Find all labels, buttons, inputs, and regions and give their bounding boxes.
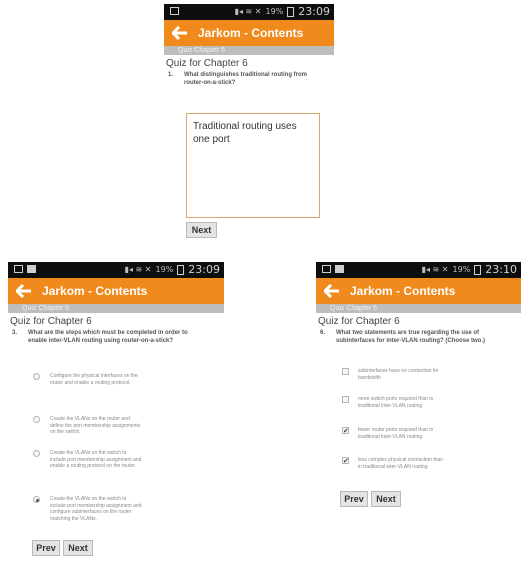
app-title: Jarkom - Contents: [350, 284, 456, 298]
battery-percent: 19%: [155, 265, 174, 274]
question-text: What distinguishes traditional routing f…: [184, 72, 307, 86]
radio-button[interactable]: [33, 373, 40, 380]
question-number: 1.: [168, 72, 174, 78]
option-text: Configure the physical interfaces on the…: [50, 373, 138, 386]
screenshot-icon: [14, 265, 23, 273]
radio-button[interactable]: [33, 416, 40, 423]
back-arrow-icon[interactable]: [324, 284, 340, 298]
prev-button[interactable]: Prev: [340, 491, 368, 507]
question-number: 6.: [320, 330, 326, 336]
clock: 23:09: [188, 263, 220, 276]
question: 1. What distinguishes traditional routin…: [164, 71, 334, 89]
next-button[interactable]: Next: [371, 491, 401, 507]
status-bar: ▮◂ ≋ ✕ 19% 23:09: [8, 262, 224, 278]
battery-icon: [287, 6, 295, 17]
app-bar: Jarkom - Contents: [164, 20, 334, 46]
screen-1: ▮◂ ≋ ✕ 19% 23:09 Jarkom - Contents Quiz …: [164, 4, 334, 240]
option-text: Create the VLANs on the switch to includ…: [50, 496, 142, 522]
screenshot-icon: [322, 265, 331, 273]
question: 6. What two statements are true regardin…: [316, 329, 521, 357]
clock: 23:10: [485, 263, 517, 276]
status-bar: ▮◂ ≋ ✕ 19% 23:10: [316, 262, 521, 278]
battery-icon: [474, 264, 482, 275]
question-text: What are the steps which must be complet…: [28, 330, 188, 344]
quiz-heading: Quiz for Chapter 6: [318, 316, 400, 327]
battery-percent: 19%: [265, 7, 284, 16]
radio-button-selected[interactable]: [33, 496, 40, 503]
app-bar: Jarkom - Contents: [316, 278, 521, 304]
app-bar: Jarkom - Contents: [8, 278, 224, 304]
option-text: less complex physical connection than in…: [358, 457, 444, 470]
prev-button[interactable]: Prev: [32, 540, 60, 556]
notification-icon: [335, 265, 344, 273]
signal-icons: ▮◂ ≋ ✕: [124, 265, 152, 274]
sub-header: Quiz Chapter 6: [164, 46, 334, 55]
signal-icons: ▮◂ ≋ ✕: [421, 265, 449, 274]
option-text: Create the VLANs on the switch to includ…: [50, 450, 142, 469]
notification-icon: [27, 265, 36, 273]
app-title: Jarkom - Contents: [198, 26, 304, 40]
quiz-heading: Quiz for Chapter 6: [10, 316, 92, 327]
battery-percent: 19%: [452, 265, 471, 274]
checkbox-checked[interactable]: ✔: [342, 457, 349, 465]
notification-icon: [170, 7, 179, 15]
option-text: fewer router ports required than in trad…: [358, 427, 434, 440]
option-text: Create the VLANs on the router and defin…: [50, 416, 141, 435]
battery-icon: [177, 264, 185, 275]
sub-header: Quiz Chapter 6: [316, 304, 521, 313]
checkbox-checked[interactable]: ✔: [342, 427, 349, 435]
question: 3. What are the steps which must be comp…: [8, 329, 224, 357]
checkbox[interactable]: [342, 396, 349, 403]
screen-2: ▮◂ ≋ ✕ 19% 23:09 Jarkom - Contents Quiz …: [8, 262, 224, 560]
back-arrow-icon[interactable]: [16, 284, 32, 298]
answer-textarea[interactable]: Traditional routing uses one port: [186, 113, 320, 218]
status-bar: ▮◂ ≋ ✕ 19% 23:09: [164, 4, 334, 20]
radio-button[interactable]: [33, 450, 40, 457]
option-text: subinterfaces have no contention for ban…: [358, 368, 439, 381]
question-text: What two statements are true regarding t…: [336, 330, 486, 344]
checkbox[interactable]: [342, 368, 349, 375]
signal-icons: ▮◂ ≋ ✕: [234, 7, 262, 16]
option-text: more switch ports required than in tradi…: [358, 396, 434, 409]
quiz-heading: Quiz for Chapter 6: [166, 58, 248, 69]
back-arrow-icon[interactable]: [172, 26, 188, 40]
next-button[interactable]: Next: [186, 222, 217, 238]
clock: 23:09: [298, 5, 330, 18]
sub-header: Quiz Chapter 6: [8, 304, 224, 313]
next-button[interactable]: Next: [63, 540, 93, 556]
screen-3: ▮◂ ≋ ✕ 19% 23:10 Jarkom - Contents Quiz …: [316, 262, 521, 526]
app-title: Jarkom - Contents: [42, 284, 148, 298]
question-number: 3.: [12, 330, 18, 336]
